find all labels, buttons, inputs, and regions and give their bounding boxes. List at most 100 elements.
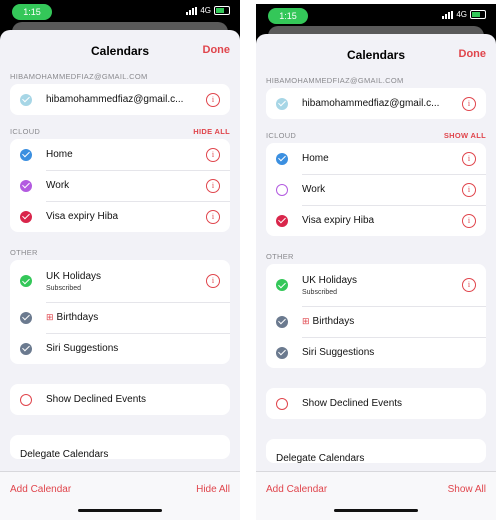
status-time: 1:15 xyxy=(268,8,308,24)
account-group: hibamohammedfiaz@gmail.c... i xyxy=(266,88,486,119)
checkmark-icon[interactable] xyxy=(276,97,288,110)
calendar-row-birthdays[interactable]: ⊞ Birthdays xyxy=(10,302,230,333)
status-indicators: 4G xyxy=(186,6,230,15)
checkmark-icon[interactable] xyxy=(276,315,288,328)
delegate-calendars-row[interactable]: Delegate Calendars xyxy=(10,435,230,459)
calendar-label: UK Holidays xyxy=(302,274,358,286)
delegate-calendars-row[interactable]: Delegate Calendars xyxy=(266,439,486,463)
checkmark-icon[interactable] xyxy=(20,148,32,161)
delegate-label: Delegate Calendars xyxy=(20,449,109,459)
icloud-group: Home i Work i Visa expiry Hiba i xyxy=(266,143,486,236)
declined-label: Show Declined Events xyxy=(302,398,403,409)
battery-icon xyxy=(214,6,230,15)
calendar-row-work[interactable]: Work i xyxy=(266,174,486,205)
declined-label: Show Declined Events xyxy=(46,394,147,405)
status-time: 1:15 xyxy=(12,4,52,20)
done-button[interactable]: Done xyxy=(459,48,487,60)
calendar-row-siri[interactable]: Siri Suggestions xyxy=(266,337,486,368)
info-icon[interactable]: i xyxy=(462,96,476,111)
calendar-row-home[interactable]: Home i xyxy=(10,139,230,170)
account-section-label: HIBAMOHAMMEDFIAZ@GMAIL.COM xyxy=(0,70,240,84)
subscribed-label: Subscribed xyxy=(46,284,82,292)
hide-all-button[interactable]: Hide All xyxy=(196,484,230,495)
network-label: 4G xyxy=(200,6,211,15)
phone-screen-right: 1:15 4G Calendars Done HIBAMOHAMMEDFIAZ@… xyxy=(256,4,496,520)
info-icon[interactable]: i xyxy=(206,92,220,107)
nav-bar: Calendars Done xyxy=(256,34,496,74)
bottom-toolbar: Add Calendar Hide All xyxy=(0,471,240,520)
calendar-label: Visa expiry Hiba xyxy=(46,211,119,222)
calendar-label: Birthdays xyxy=(312,316,355,327)
account-section-label: HIBAMOHAMMEDFIAZ@GMAIL.COM xyxy=(256,74,496,88)
checkmark-icon[interactable] xyxy=(276,214,288,227)
icloud-section-label: ICLOUD HIDE ALL xyxy=(0,125,240,139)
checkmark-icon[interactable] xyxy=(20,342,32,355)
calendar-label: UK Holidays xyxy=(46,270,102,282)
info-icon[interactable]: i xyxy=(206,274,220,288)
show-all-button[interactable]: Show All xyxy=(448,484,486,495)
calendar-row-siri[interactable]: Siri Suggestions xyxy=(10,333,230,364)
icloud-group: Home i Work i Visa expiry Hiba i xyxy=(10,139,230,232)
checkmark-icon[interactable] xyxy=(20,210,32,223)
calendar-label: Home xyxy=(302,153,329,164)
calendar-row-account[interactable]: hibamohammedfiaz@gmail.c... i xyxy=(10,84,230,115)
checkmark-icon[interactable] xyxy=(276,346,288,359)
calendars-sheet: Calendars Done HIBAMOHAMMEDFIAZ@GMAIL.CO… xyxy=(256,34,496,520)
show-all-icloud-button[interactable]: SHOW ALL xyxy=(444,129,486,143)
hide-all-icloud-button[interactable]: HIDE ALL xyxy=(193,125,230,139)
info-icon[interactable]: i xyxy=(462,278,476,292)
account-group: hibamohammedfiaz@gmail.c... i xyxy=(10,84,230,115)
other-group: UK Holidays Subscribed i ⊞ Birthdays Siri… xyxy=(266,264,486,368)
status-indicators: 4G xyxy=(442,10,486,19)
calendar-label-group: ⊞ Birthdays xyxy=(302,316,486,327)
calendar-row-uk-holidays[interactable]: UK Holidays Subscribed i xyxy=(10,260,230,302)
other-header: OTHER xyxy=(266,252,294,261)
show-declined-events-row[interactable]: Show Declined Events xyxy=(10,384,230,415)
checkmark-icon[interactable] xyxy=(20,311,32,324)
calendar-row-account[interactable]: hibamohammedfiaz@gmail.c... i xyxy=(266,88,486,119)
calendar-row-visa[interactable]: Visa expiry Hiba i xyxy=(10,201,230,232)
calendar-label: hibamohammedfiaz@gmail.c... xyxy=(46,94,184,105)
checkmark-icon[interactable] xyxy=(20,93,32,106)
calendar-row-birthdays[interactable]: ⊞ Birthdays xyxy=(266,306,486,337)
info-icon[interactable]: i xyxy=(462,151,476,166)
checkmark-icon[interactable] xyxy=(20,275,32,287)
calendar-label: Birthdays xyxy=(56,312,99,323)
info-icon[interactable]: i xyxy=(462,182,476,197)
empty-circle-icon[interactable] xyxy=(20,393,32,406)
checkmark-icon[interactable] xyxy=(20,179,32,192)
checkmark-icon[interactable] xyxy=(276,279,288,291)
calendar-label-group: UK Holidays Subscribed xyxy=(302,275,462,296)
info-icon[interactable]: i xyxy=(206,209,220,224)
calendar-row-home[interactable]: Home i xyxy=(266,143,486,174)
calendar-row-visa[interactable]: Visa expiry Hiba i xyxy=(266,205,486,236)
icloud-header: ICLOUD xyxy=(266,131,297,140)
info-icon[interactable]: i xyxy=(462,213,476,228)
calendar-label: Siri Suggestions xyxy=(302,347,375,358)
calendar-row-work[interactable]: Work i xyxy=(10,170,230,201)
done-button[interactable]: Done xyxy=(203,44,231,56)
add-calendar-button[interactable]: Add Calendar xyxy=(266,484,327,495)
unchecked-circle-icon[interactable] xyxy=(276,183,288,196)
show-declined-events-row[interactable]: Show Declined Events xyxy=(266,388,486,419)
home-indicator xyxy=(334,509,418,512)
signal-icon xyxy=(442,10,454,19)
calendar-label-group: ⊞ Birthdays xyxy=(46,312,230,323)
calendar-label: Work xyxy=(302,184,326,195)
phone-screen-left: 1:15 4G Calendars Done HIBAMOHAMMEDFIAZ@… xyxy=(0,0,240,520)
empty-circle-icon[interactable] xyxy=(276,397,288,410)
checkmark-icon[interactable] xyxy=(276,152,288,165)
delegate-label: Delegate Calendars xyxy=(276,453,365,463)
calendar-row-uk-holidays[interactable]: UK Holidays Subscribed i xyxy=(266,264,486,306)
info-icon[interactable]: i xyxy=(206,147,220,162)
calendars-sheet: Calendars Done HIBAMOHAMMEDFIAZ@GMAIL.CO… xyxy=(0,30,240,520)
add-calendar-button[interactable]: Add Calendar xyxy=(10,484,71,495)
account-email-header: HIBAMOHAMMEDFIAZ@GMAIL.COM xyxy=(10,72,148,81)
bottom-toolbar: Add Calendar Show All xyxy=(256,471,496,520)
info-icon[interactable]: i xyxy=(206,178,220,193)
calendar-label: hibamohammedfiaz@gmail.c... xyxy=(302,98,440,109)
gift-icon: ⊞ xyxy=(46,312,54,322)
icloud-header: ICLOUD xyxy=(10,127,41,136)
network-label: 4G xyxy=(456,10,467,19)
nav-bar: Calendars Done xyxy=(0,30,240,70)
